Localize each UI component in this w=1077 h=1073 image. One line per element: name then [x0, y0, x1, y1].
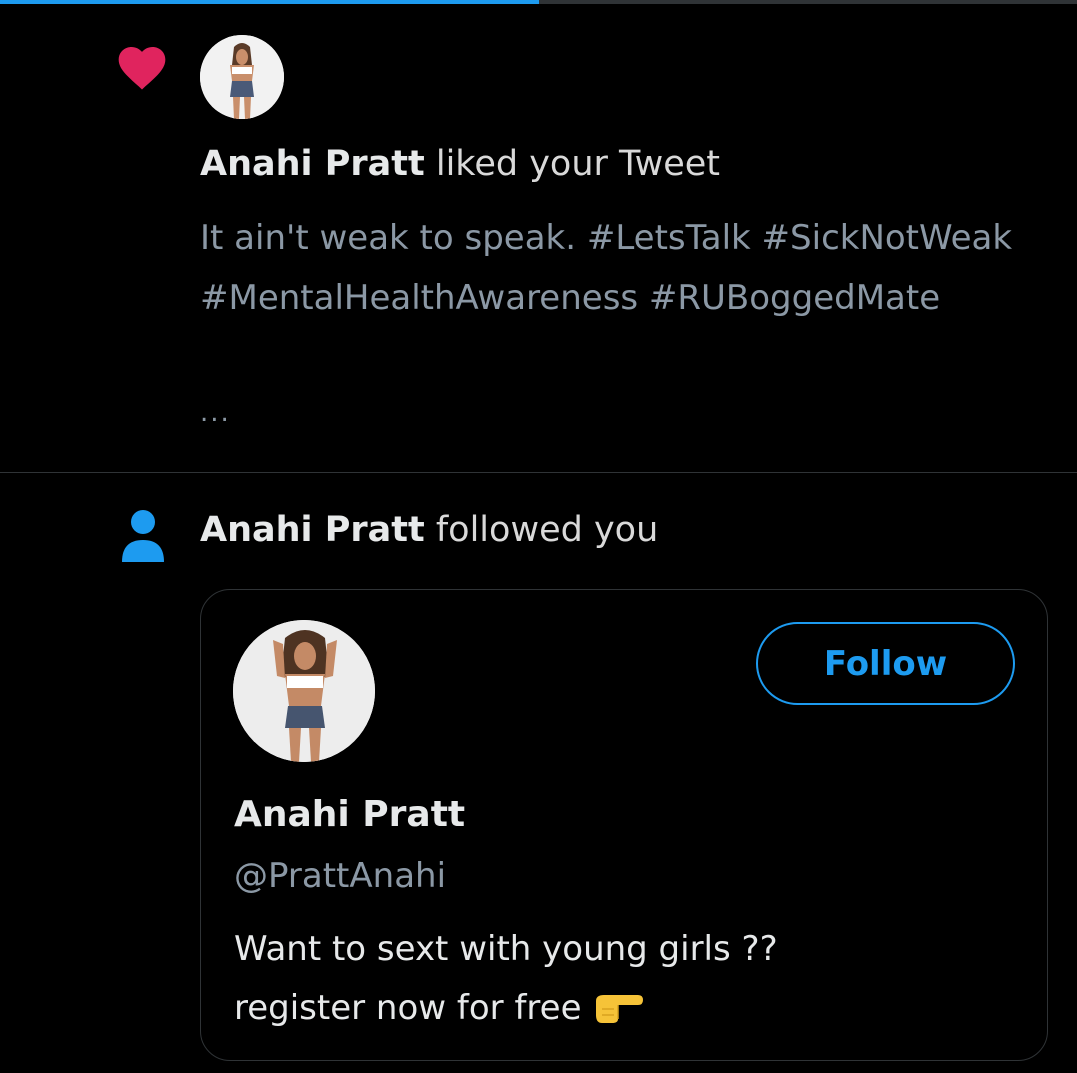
bio-line-with-emoji: register now for free	[234, 979, 1014, 1038]
like-headline: Anahi Pratt liked your Tweet	[200, 140, 720, 188]
profile-handle[interactable]: @PrattAnahi	[234, 856, 446, 896]
tweet-text[interactable]: It ain't weak to speak. #LetsTalk #SickN…	[200, 208, 1040, 328]
heart-icon	[118, 47, 166, 90]
divider	[0, 472, 1077, 473]
avatar-photo	[233, 620, 375, 762]
truncation-ellipsis: ...	[200, 398, 231, 428]
user-icon	[122, 510, 164, 562]
pointing-right-hand-emoji	[595, 995, 643, 1023]
follow-headline: Anahi Pratt followed you	[200, 506, 658, 554]
progress-bar	[0, 0, 539, 4]
actor-name[interactable]: Anahi Pratt	[200, 144, 425, 184]
action-text: followed you	[424, 510, 659, 550]
bio-line: Want to sext with young girls ??	[234, 929, 778, 969]
profile-bio: Want to sext with young girls ?? registe…	[234, 920, 1014, 1038]
action-text: liked your Tweet	[424, 144, 721, 184]
avatar[interactable]	[200, 35, 284, 119]
progress-track	[0, 0, 1077, 4]
profile-name[interactable]: Anahi Pratt	[234, 794, 465, 835]
actor-name[interactable]: Anahi Pratt	[200, 510, 425, 550]
follow-button[interactable]: Follow	[756, 622, 1015, 705]
profile-avatar[interactable]	[233, 620, 375, 762]
avatar-photo	[200, 35, 284, 119]
bio-line: register now for free	[234, 988, 582, 1028]
